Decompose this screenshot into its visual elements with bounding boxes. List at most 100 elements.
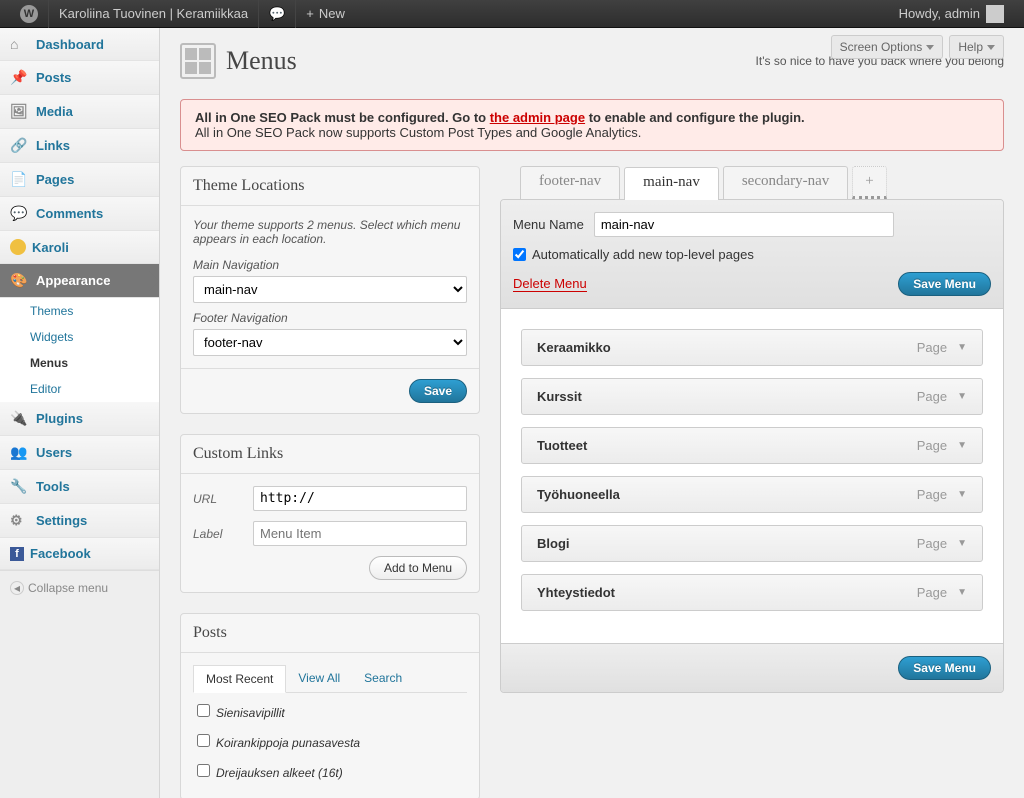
chevron-down-icon[interactable]: ▼ xyxy=(957,489,967,500)
posts-tab-recent[interactable]: Most Recent xyxy=(193,665,286,693)
menu-item-type: Page xyxy=(917,340,947,355)
footer-nav-select[interactable]: footer-nav xyxy=(193,329,467,356)
collapse-menu[interactable]: ◂Collapse menu xyxy=(0,570,159,605)
menu-users[interactable]: 👥Users xyxy=(0,436,159,470)
delete-menu-link[interactable]: Delete Menu xyxy=(513,276,587,292)
appearance-icon: 🎨 xyxy=(10,272,30,289)
menu-item-row[interactable]: Tuotteet Page ▼ xyxy=(521,427,983,464)
menu-item-title: Työhuoneella xyxy=(537,487,620,502)
chevron-down-icon[interactable]: ▼ xyxy=(957,538,967,549)
seo-notice: All in One SEO Pack must be configured. … xyxy=(180,99,1004,151)
media-icon: 🖼 xyxy=(10,103,30,120)
comment-icon: 💬 xyxy=(10,205,30,222)
menu-posts[interactable]: 📌Posts xyxy=(0,61,159,95)
collapse-arrow-icon: ◂ xyxy=(10,581,24,595)
menu-comments[interactable]: 💬Comments xyxy=(0,197,159,231)
menu-item-row[interactable]: Työhuoneella Page ▼ xyxy=(521,476,983,513)
menu-item-title: Yhteystiedot xyxy=(537,585,615,600)
tab-secondary-nav[interactable]: secondary-nav xyxy=(723,166,848,199)
menu-media[interactable]: 🖼Media xyxy=(0,95,159,129)
post-checkbox[interactable] xyxy=(197,764,210,777)
url-label: URL xyxy=(193,492,253,506)
users-icon: 👥 xyxy=(10,444,30,461)
menu-facebook[interactable]: fFacebook xyxy=(0,538,159,570)
link-icon: 🔗 xyxy=(10,137,30,154)
chevron-down-icon[interactable]: ▼ xyxy=(957,587,967,598)
submenu-editor[interactable]: Editor xyxy=(0,376,159,402)
auto-add-checkbox[interactable] xyxy=(513,248,526,261)
chevron-down-icon[interactable]: ▼ xyxy=(957,391,967,402)
menu-tools[interactable]: 🔧Tools xyxy=(0,470,159,504)
wp-logo[interactable]: W xyxy=(10,0,48,28)
url-input[interactable] xyxy=(253,486,467,511)
posts-title: Posts xyxy=(181,614,479,653)
menu-karoli[interactable]: Karoli xyxy=(0,231,159,264)
menu-item-row[interactable]: Blogi Page ▼ xyxy=(521,525,983,562)
menu-item-row[interactable]: Keraamikko Page ▼ xyxy=(521,329,983,366)
help-button[interactable]: Help xyxy=(949,35,1004,59)
main-nav-select[interactable]: main-nav xyxy=(193,276,467,303)
menu-dashboard[interactable]: ⌂Dashboard xyxy=(0,28,159,61)
posts-tab-search[interactable]: Search xyxy=(352,665,414,692)
avatar-icon xyxy=(986,5,1004,23)
tools-icon: 🔧 xyxy=(10,478,30,495)
posts-tab-all[interactable]: View All xyxy=(286,665,352,692)
post-checkbox-item[interactable]: Sienisavipillit xyxy=(193,701,467,723)
menu-item-title: Blogi xyxy=(537,536,570,551)
karoli-icon xyxy=(10,239,26,255)
page-title: Menus xyxy=(226,46,297,76)
comments-link[interactable]: 💬 xyxy=(258,0,295,28)
menu-item-row[interactable]: Yhteystiedot Page ▼ xyxy=(521,574,983,611)
menu-pages[interactable]: 📄Pages xyxy=(0,163,159,197)
menu-item-row[interactable]: Kurssit Page ▼ xyxy=(521,378,983,415)
menu-items-list: Keraamikko Page ▼ Kurssit Page ▼ Tuottee… xyxy=(501,309,1003,643)
howdy-account[interactable]: Howdy, admin xyxy=(889,0,1014,28)
label-input[interactable] xyxy=(253,521,467,546)
menu-item-title: Tuotteet xyxy=(537,438,587,453)
menu-tabs: footer-nav main-nav secondary-nav + xyxy=(500,166,1004,199)
post-checkbox[interactable] xyxy=(197,704,210,717)
post-checkbox-item[interactable]: Koirankippoja punasavesta xyxy=(193,731,467,753)
chevron-down-icon[interactable]: ▼ xyxy=(957,342,967,353)
chevron-down-icon[interactable]: ▼ xyxy=(957,440,967,451)
menu-links[interactable]: 🔗Links xyxy=(0,129,159,163)
menu-item-type: Page xyxy=(917,536,947,551)
new-content[interactable]: +New xyxy=(295,0,355,28)
site-title-link[interactable]: Karoliina Tuovinen | Keramiikkaa xyxy=(48,0,258,28)
screen-options-button[interactable]: Screen Options xyxy=(831,35,944,59)
admin-page-link[interactable]: the admin page xyxy=(490,110,585,125)
admin-bar: W Karoliina Tuovinen | Keramiikkaa 💬 +Ne… xyxy=(0,0,1024,28)
theme-locations-box: Theme Locations Your theme supports 2 me… xyxy=(180,166,480,414)
submenu-widgets[interactable]: Widgets xyxy=(0,324,159,350)
submenu-appearance: Themes Widgets Menus Editor xyxy=(0,298,159,402)
tab-add-menu[interactable]: + xyxy=(852,166,886,199)
menu-name-input[interactable] xyxy=(594,212,894,237)
theme-locations-title: Theme Locations xyxy=(181,167,479,206)
home-icon: ⌂ xyxy=(10,36,30,52)
plugin-icon: 🔌 xyxy=(10,410,30,427)
tab-main-nav[interactable]: main-nav xyxy=(624,167,719,200)
submenu-themes[interactable]: Themes xyxy=(0,298,159,324)
menu-appearance[interactable]: 🎨Appearance xyxy=(0,264,159,298)
save-menu-button-top[interactable]: Save Menu xyxy=(898,272,991,296)
chevron-down-icon xyxy=(987,45,995,50)
facebook-icon: f xyxy=(10,547,24,561)
tab-footer-nav[interactable]: footer-nav xyxy=(520,166,620,199)
main-nav-label: Main Navigation xyxy=(193,258,467,272)
post-checkbox-item[interactable]: Dreijauksen alkeet (16t) xyxy=(193,761,467,783)
add-to-menu-button[interactable]: Add to Menu xyxy=(369,556,467,580)
submenu-menus[interactable]: Menus xyxy=(0,350,159,376)
menu-plugins[interactable]: 🔌Plugins xyxy=(0,402,159,436)
post-checkbox[interactable] xyxy=(197,734,210,747)
custom-links-title: Custom Links xyxy=(181,435,479,474)
posts-box: Posts Most Recent View All Search Sienis… xyxy=(180,613,480,798)
save-menu-button-bottom[interactable]: Save Menu xyxy=(898,656,991,680)
footer-nav-label: Footer Navigation xyxy=(193,311,467,325)
menu-settings[interactable]: ⚙Settings xyxy=(0,504,159,538)
menu-item-type: Page xyxy=(917,389,947,404)
menu-item-type: Page xyxy=(917,487,947,502)
label-label: Label xyxy=(193,527,253,541)
menu-item-type: Page xyxy=(917,438,947,453)
save-locations-button[interactable]: Save xyxy=(409,379,467,403)
menu-item-type: Page xyxy=(917,585,947,600)
